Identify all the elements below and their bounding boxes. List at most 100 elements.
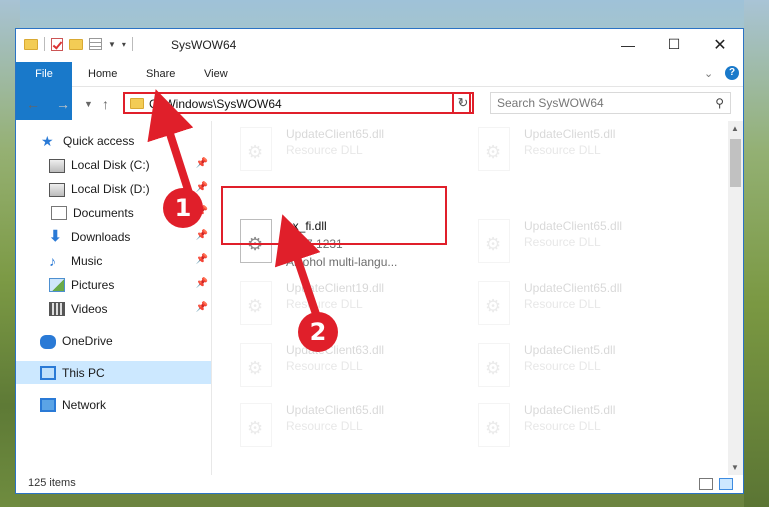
forward-arrow-icon[interactable]: → (56, 96, 70, 112)
nav-item-downloads[interactable]: ⬇ Downloads 📌 (16, 225, 211, 248)
file-name: UpdateClient65.dll (524, 219, 623, 233)
file-item[interactable]: UpdateClient5.dll Resource DLL (474, 123, 694, 181)
address-bar-row: ← → ▼ ↑ C:\Windows\SysWOW64 ⌄ ↻ Search S… (16, 87, 743, 121)
nav-item-this-pc[interactable]: This PC (16, 361, 211, 384)
file-name: UpdateClient65.dll (286, 127, 385, 141)
refresh-button[interactable]: ↻ (452, 92, 474, 114)
nav-item-pictures[interactable]: Pictures 📌 (16, 273, 211, 296)
music-icon: ♪ (49, 252, 56, 269)
nav-item-music[interactable]: ♪ Music 📌 (16, 249, 211, 272)
chevron-down-icon[interactable]: ▼ (108, 40, 116, 49)
navigation-pane: ★ Quick access Local Disk (C:) 📌 Local D… (16, 121, 211, 475)
window-title: SysWOW64 (171, 38, 237, 52)
nav-item-local-disk-c[interactable]: Local Disk (C:) 📌 (16, 153, 211, 176)
step-badge-2: 2 (298, 312, 338, 352)
videos-icon (49, 302, 65, 316)
explorer-window: ▼ ▾ SysWOW64 — ☐ ✕ File Home Share View … (15, 28, 744, 494)
file-name: UpdateClient63.dll (286, 343, 385, 357)
file-list: UpdateClient65.dll Resource DLL UpdateCl… (212, 121, 729, 475)
file-name: UpdateClient5.dll (524, 127, 616, 141)
scroll-up-icon[interactable]: ▲ (731, 124, 739, 133)
file-name: UpdateClient19.dll (286, 281, 385, 295)
nav-item-network[interactable]: Network (16, 393, 211, 416)
pictures-icon (49, 278, 65, 292)
status-bar: 125 items (16, 475, 743, 493)
nav-label: Local Disk (C:) (71, 157, 150, 172)
search-input[interactable]: Search SysWOW64 ⚲ (490, 92, 731, 114)
file-type: Resource DLL (286, 419, 363, 433)
file-item[interactable]: UpdateClient65.dll Resource DLL (236, 399, 456, 457)
maximize-button[interactable]: ☐ (651, 29, 697, 60)
file-item[interactable]: UpdateClient63.dll Resource DLL (236, 339, 456, 397)
properties-check-icon[interactable] (51, 37, 63, 51)
nav-label: OneDrive (62, 333, 113, 348)
nav-label: Videos (71, 301, 108, 316)
dll-file-icon (478, 127, 510, 171)
details-view-icon[interactable] (699, 478, 713, 490)
file-name: UpdateClient5.dll (524, 403, 616, 417)
nav-label: Quick access (63, 133, 135, 148)
file-name: UpdateClient65.dll (286, 403, 385, 417)
pin-icon: 📌 (195, 254, 208, 265)
nav-label: Downloads (71, 229, 131, 244)
pin-icon: 📌 (195, 230, 208, 241)
pc-icon (40, 366, 56, 380)
file-type: Resource DLL (524, 359, 601, 373)
customize-toolbar-icon[interactable]: ▾ (122, 40, 126, 49)
up-arrow-icon[interactable]: ↑ (102, 96, 109, 112)
expand-ribbon-icon[interactable]: ⌄ (704, 67, 713, 80)
close-icon: ✕ (713, 36, 727, 54)
file-type: Resource DLL (524, 235, 601, 249)
nav-label: This PC (62, 365, 105, 380)
dll-file-icon (478, 219, 510, 263)
file-item[interactable]: UpdateClient5.dll Resource DLL (474, 339, 694, 397)
refresh-icon: ↻ (457, 95, 469, 110)
file-type: Resource DLL (524, 419, 601, 433)
file-item[interactable]: UpdateClient19.dll Resource DLL (236, 277, 456, 335)
pin-icon: 📌 (195, 278, 208, 289)
new-folder-icon[interactable] (69, 38, 83, 50)
large-icons-view-icon[interactable] (719, 478, 733, 490)
scroll-down-icon[interactable]: ▼ (731, 463, 739, 472)
minimize-icon: — (621, 36, 635, 53)
dll-file-icon (240, 127, 272, 171)
dll-file-icon (240, 343, 272, 387)
dll-file-icon (240, 281, 272, 325)
file-type: Resource DLL (286, 143, 363, 157)
close-button[interactable]: ✕ (697, 29, 743, 60)
dll-file-icon (478, 281, 510, 325)
nav-label: Documents (73, 205, 134, 220)
scrollbar-thumb[interactable] (730, 139, 741, 187)
maximize-icon: ☐ (667, 36, 681, 52)
highlight-box-ax-fi-dll (221, 186, 447, 245)
file-item[interactable]: UpdateClient5.dll Resource DLL (474, 399, 694, 457)
search-icon: ⚲ (715, 96, 724, 110)
help-icon[interactable]: ? (725, 66, 739, 80)
file-type: Resource DLL (524, 297, 601, 311)
file-name: UpdateClient65.dll (524, 281, 623, 295)
recent-locations-chevron-icon[interactable]: ▼ (84, 99, 93, 109)
vertical-scrollbar[interactable]: ▲ ▼ (728, 121, 743, 475)
file-name: UpdateClient5.dll (524, 343, 616, 357)
nav-item-videos[interactable]: Videos 📌 (16, 297, 211, 320)
file-item[interactable]: UpdateClient65.dll Resource DLL (474, 277, 694, 335)
minimize-button[interactable]: — (605, 29, 651, 60)
file-description: Alcohol multi-langu... (286, 255, 398, 269)
address-input[interactable]: C:\Windows\SysWOW64 ⌄ (123, 92, 471, 114)
step-badge-1: 1 (163, 188, 203, 228)
back-arrow-icon[interactable]: ← (26, 96, 40, 112)
tab-view[interactable]: View (190, 62, 242, 86)
star-icon: ★ (41, 132, 54, 149)
disk-icon (49, 159, 65, 173)
tab-home[interactable]: Home (74, 62, 131, 86)
pin-icon: 📌 (195, 158, 208, 169)
nav-item-onedrive[interactable]: OneDrive (16, 329, 211, 352)
nav-item-quick-access[interactable]: ★ Quick access (16, 129, 211, 152)
nav-label: Network (62, 397, 107, 412)
ribbon-tabs: File Home Share View ⌄ ? (16, 62, 743, 120)
tab-share[interactable]: Share (132, 62, 189, 86)
file-item[interactable]: UpdateClient65.dll Resource DLL (236, 123, 456, 181)
file-item[interactable]: UpdateClient65.dll Resource DLL (474, 215, 694, 273)
view-properties-icon[interactable] (89, 38, 102, 50)
file-type: Resource DLL (286, 297, 363, 311)
